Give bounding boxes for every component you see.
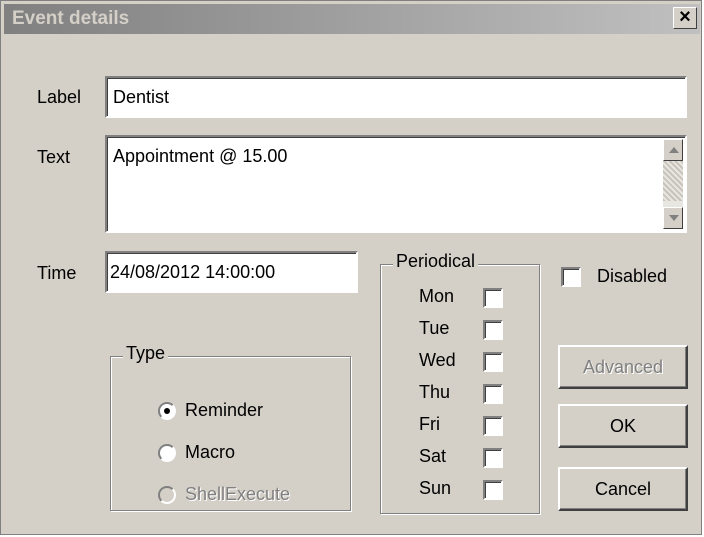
time-input-value: 24/08/2012 14:00:00 (110, 262, 276, 282)
periodical-group-title: Periodical (393, 251, 479, 272)
day-checkbox-thu[interactable] (483, 384, 503, 404)
time-caption: Time (37, 263, 77, 283)
day-label: Tue (419, 318, 450, 338)
day-label: Wed (419, 350, 456, 370)
text-textarea[interactable]: Appointment @ 15.00 (105, 135, 687, 233)
type-radio-shellexecute (158, 486, 176, 504)
day-label: Thu (419, 382, 451, 402)
day-checkbox-mon[interactable] (483, 288, 503, 308)
periodical-group: Periodical (380, 251, 540, 514)
label-caption: Label (37, 87, 82, 107)
day-checkbox-sat[interactable] (483, 448, 503, 468)
scroll-up-icon (669, 147, 679, 153)
day-checkbox-tue[interactable] (483, 320, 503, 340)
type-radio-macro[interactable] (158, 444, 176, 462)
time-input[interactable]: 24/08/2012 14:00:00 (105, 251, 358, 293)
advanced-button[interactable]: Advanced (558, 345, 688, 389)
type-option-label: Reminder (185, 400, 264, 420)
day-label: Mon (419, 286, 455, 306)
scroll-up-button[interactable] (663, 139, 683, 161)
close-icon: × (679, 6, 691, 28)
scroll-down-icon (669, 215, 679, 221)
label-input[interactable]: Dentist (105, 76, 687, 118)
window-title: Event details (12, 8, 130, 29)
type-group-title: Type (123, 343, 169, 364)
disabled-checkbox[interactable] (561, 267, 581, 287)
day-checkbox-sun[interactable] (483, 480, 503, 500)
day-label: Fri (419, 414, 440, 434)
day-checkbox-wed[interactable] (483, 352, 503, 372)
cancel-button[interactable]: Cancel (558, 467, 688, 511)
day-label: Sat (419, 446, 447, 466)
disabled-label: Disabled (597, 266, 668, 286)
scroll-track[interactable] (663, 161, 683, 201)
ok-button[interactable]: OK (558, 404, 688, 448)
type-option-label: Macro (185, 442, 236, 462)
type-option-label: ShellExecute (185, 484, 291, 504)
textarea-scrollbar[interactable] (663, 139, 683, 229)
title-bar: Event details × (4, 4, 700, 34)
scroll-down-button[interactable] (663, 207, 683, 229)
event-details-dialog: Event details × Label Dentist Text Appoi… (0, 0, 702, 535)
text-caption: Text (37, 147, 71, 167)
label-input-value: Dentist (113, 87, 170, 107)
day-label: Sun (419, 478, 452, 498)
text-textarea-value: Appointment @ 15.00 (113, 146, 288, 166)
type-radio-reminder[interactable] (158, 402, 176, 420)
close-button[interactable]: × (673, 7, 697, 29)
day-checkbox-fri[interactable] (483, 416, 503, 436)
